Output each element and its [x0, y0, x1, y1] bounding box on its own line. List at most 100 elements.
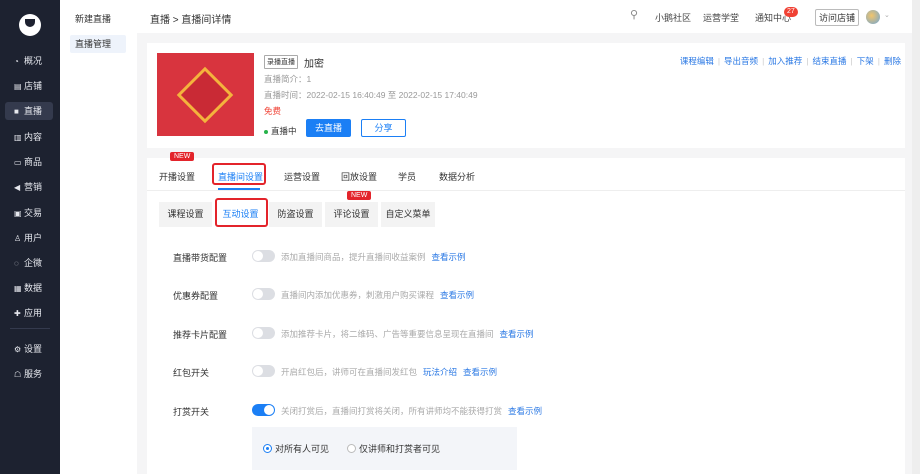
settings-icon: ⚙	[14, 345, 22, 354]
separator: |	[850, 56, 853, 66]
sidebar-item-label: 交易	[24, 208, 43, 218]
sidebar-item-settings[interactable]: ⚙ 设置	[5, 340, 53, 358]
setting-description: 添加直播间商品，提升直播间收益案例 查看示例	[281, 251, 466, 263]
sidebar-item-service[interactable]: ☖ 服务	[5, 365, 53, 383]
live-type-tag: 录播直播	[264, 55, 298, 69]
products-icon: ▭	[14, 158, 22, 167]
go-live-button[interactable]: 去直播	[306, 119, 351, 137]
tab-data-analysis[interactable]: 数据分析	[439, 170, 475, 183]
sidebar-item-data[interactable]: ▦ 数据	[5, 279, 53, 297]
sidebar-item-label: 内容	[24, 132, 43, 142]
new-badge: NEW	[347, 191, 372, 200]
sidebar-item-wecom[interactable]: ◌ 企微	[5, 254, 53, 272]
setting-label: 优惠券配置	[173, 291, 219, 301]
radio-visible-all[interactable]: 对所有人可见	[263, 442, 329, 455]
active-tab-underline	[218, 188, 260, 190]
link-academy[interactable]: 运营学堂	[703, 11, 739, 24]
link[interactable]: 查看示例	[463, 367, 497, 377]
live-price: 免费	[264, 106, 282, 116]
subtab-course-settings[interactable]: 课程设置	[159, 202, 212, 227]
live-actions: 课程编辑 | 导出音频 | 加入推荐 | 结束直播 | 下架 | 删除	[680, 55, 901, 67]
visit-store-button[interactable]: 访问店铺	[815, 9, 860, 26]
sidebar-item-products[interactable]: ▭ 商品	[5, 153, 53, 171]
link[interactable]: 查看示例	[440, 290, 474, 300]
apps-icon: ✚	[14, 309, 21, 318]
sidebar-item-label: 设置	[24, 344, 43, 354]
radio-unchecked-icon	[347, 444, 356, 453]
live-status: 直播中	[264, 125, 297, 137]
sidebar-item-label: 企微	[24, 258, 43, 268]
wecom-icon: ◌	[14, 259, 19, 268]
description-text: 开启红包后，讲师可在直播间发红包	[281, 367, 418, 377]
action-link[interactable]: 导出音频	[724, 56, 758, 66]
service-icon: ☖	[14, 370, 22, 379]
sidebar-item-label: 概况	[24, 56, 43, 66]
content-icon: ▥	[14, 133, 22, 142]
radio-visible-teacher-rewarder[interactable]: 仅讲师和打赏者可见	[347, 442, 440, 455]
share-button[interactable]: 分享	[361, 119, 406, 137]
setting-toggle[interactable]	[252, 327, 275, 339]
subnav-new-live[interactable]: 新建直播	[70, 10, 126, 28]
breadcrumb: 直播 > 直播间详情	[150, 15, 232, 26]
logo-icon[interactable]	[19, 14, 41, 36]
radio-label: 仅讲师和打赏者可见	[359, 444, 441, 454]
action-link[interactable]: 课程编辑	[680, 56, 714, 66]
separator: |	[762, 56, 765, 66]
action-link[interactable]: 下架	[857, 56, 874, 66]
sidebar-item-label: 应用	[24, 308, 43, 318]
sidebar-item-label: 店铺	[24, 81, 43, 91]
tab-students[interactable]: 学员	[398, 170, 416, 183]
live-time: 直播时间：2022-02-15 16:40:49 至 2022-02-15 17…	[264, 90, 478, 100]
setting-label: 打赏开关	[173, 407, 210, 417]
settings-panel: NEW 开播设置 直播间设置 运营设置 回放设置 学员 数据分析 课程设置 互动…	[147, 152, 905, 474]
radio-label: 对所有人可见	[275, 444, 330, 454]
sidebar-item-content[interactable]: ▥ 内容	[5, 128, 53, 146]
sidebar-item-label: 商品	[24, 157, 43, 167]
scrollbar[interactable]	[912, 0, 920, 474]
marketing-icon: ◀	[14, 183, 21, 192]
action-link[interactable]: 结束直播	[813, 56, 847, 66]
new-badge: NEW	[170, 152, 195, 161]
setting-toggle[interactable]	[252, 365, 275, 377]
setting-toggle[interactable]	[252, 404, 275, 416]
reward-visibility-panel: 对所有人可见 仅讲师和打赏者可见	[252, 427, 517, 470]
sidebar-item-apps[interactable]: ✚ 应用	[5, 304, 53, 322]
users-icon: ♙	[14, 234, 22, 243]
action-link[interactable]: 加入推荐	[768, 56, 802, 66]
subnav-live-manage[interactable]: 直播管理	[70, 35, 126, 53]
chevron-down-icon[interactable]: ⌄	[884, 11, 890, 19]
description-text: 添加推荐卡片，将二维码、广告等重要信息呈现在直播间	[281, 329, 494, 339]
subtab-custom-menu[interactable]: 自定义菜单	[381, 202, 435, 227]
avatar[interactable]	[866, 10, 880, 24]
sidebar-item-marketing[interactable]: ◀ 营销	[5, 178, 53, 196]
link[interactable]: 查看示例	[508, 406, 542, 416]
link-community[interactable]: 小鹅社区	[655, 11, 691, 24]
tab-operation-settings[interactable]: 运营设置	[284, 170, 320, 183]
sidebar-item-label: 数据	[24, 283, 43, 293]
subtab-comment-settings[interactable]: 评论设置	[325, 202, 378, 227]
setting-description: 开启红包后，讲师可在直播间发红包 玩法介绍 查看示例	[281, 366, 497, 378]
tab-broadcast-settings[interactable]: 开播设置	[159, 170, 195, 183]
sidebar-item-trade[interactable]: ▣ 交易	[5, 204, 53, 222]
subtab-anti-theft-settings[interactable]: 防盗设置	[269, 202, 322, 227]
sidebar-item-overview[interactable]: ◔ 概况	[5, 52, 53, 70]
link[interactable]: 查看示例	[432, 252, 466, 262]
link[interactable]: 查看示例	[500, 329, 534, 339]
sidebar-item-users[interactable]: ♙ 用户	[5, 229, 53, 247]
sidebar-item-label: 用户	[24, 233, 43, 243]
setting-label: 推荐卡片配置	[173, 330, 228, 340]
sidebar-item-live[interactable]: ■ 直播	[5, 102, 53, 120]
sidebar-item-label: 营销	[24, 182, 43, 192]
sidebar-item-store[interactable]: ▤ 店铺	[5, 77, 53, 95]
search-icon[interactable]: ⚲	[630, 8, 638, 21]
main-sidebar: ◔ 概况 ▤ 店铺 ■ 直播 ▥ 内容 ▭ 商品 ◀ 营销 ▣ 交易 ♙ 用户 ◌ 企微 ▦ 数据 ✚ 应用 ⚙ 设置 ☖ 服务	[0, 0, 60, 474]
setting-toggle[interactable]	[252, 250, 275, 262]
live-info-card: 录播直播 加密 直播简介：1 直播时间：2022-02-15 16:40:49 …	[147, 43, 905, 148]
setting-toggle[interactable]	[252, 288, 275, 300]
link[interactable]: 玩法介绍	[423, 367, 457, 377]
store-icon: ▤	[14, 82, 22, 91]
setting-description: 关闭打赏后，直播间打赏将关闭，所有讲师均不能获得打赏 查看示例	[281, 405, 542, 417]
action-link[interactable]: 删除	[884, 56, 901, 66]
separator: |	[877, 56, 880, 66]
tab-replay-settings[interactable]: 回放设置	[341, 170, 377, 183]
